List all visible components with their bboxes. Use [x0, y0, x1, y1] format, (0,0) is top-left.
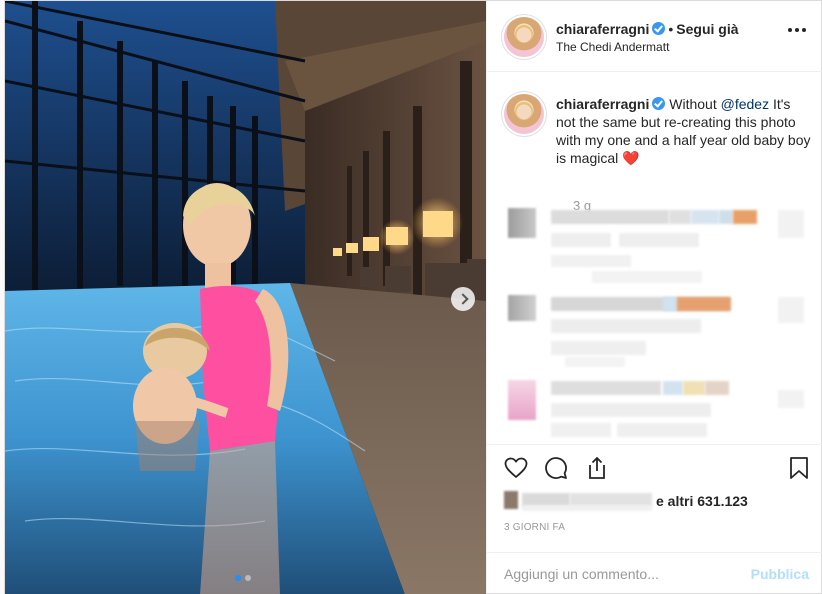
bookmark-icon[interactable]	[789, 456, 809, 483]
redacted-comment-text	[592, 271, 702, 283]
redacted-comment-text	[691, 210, 719, 224]
comment-avatar[interactable]	[508, 208, 536, 238]
redacted-comment-text	[778, 390, 804, 408]
add-comment-bar: Pubblica	[487, 552, 822, 594]
redacted-comment-text	[719, 210, 733, 224]
redacted-comment-text	[677, 297, 731, 311]
next-arrow-icon[interactable]	[451, 287, 475, 311]
comment-avatar[interactable]	[508, 295, 536, 321]
caption-mention-link[interactable]: @fedez	[721, 96, 769, 112]
author-avatar[interactable]	[504, 17, 544, 57]
liker-avatar[interactable]	[504, 491, 518, 509]
redacted-comment-text	[683, 381, 705, 395]
heart-emoji: ❤️	[622, 150, 640, 166]
redacted-comment-text	[705, 381, 729, 395]
redacted-comment-text	[551, 381, 661, 395]
redacted-comment-text	[663, 297, 677, 311]
redacted-comment-text	[619, 233, 699, 247]
carousel-dot-active	[235, 575, 241, 581]
header-separator: •	[668, 21, 674, 37]
comment-avatar[interactable]	[508, 380, 536, 420]
post-location[interactable]: The Chedi Andermatt	[556, 40, 669, 54]
author-line: chiaraferragni • Segui già	[556, 21, 739, 37]
redacted-comment-text	[669, 210, 691, 224]
heart-icon[interactable]	[504, 456, 528, 483]
redacted-comment-text	[778, 297, 804, 323]
caption-avatar[interactable]	[504, 94, 544, 134]
publish-button[interactable]: Pubblica	[751, 566, 809, 582]
redacted-comment-text	[663, 381, 683, 395]
redacted-comment-text	[733, 210, 757, 224]
share-icon[interactable]	[585, 455, 609, 484]
author-username[interactable]: chiaraferragni	[556, 21, 649, 37]
verified-icon	[652, 22, 666, 35]
follow-status-button[interactable]: Segui già	[676, 21, 738, 37]
redacted-liker-name	[522, 505, 652, 511]
redacted-comment-text	[551, 403, 711, 417]
post-container: chiaraferragni • Segui già The Chedi Ander…	[4, 0, 822, 594]
post-date[interactable]: 3 GIORNI FA	[504, 522, 565, 533]
verified-icon	[652, 97, 666, 110]
redacted-comment-text	[617, 423, 707, 437]
caption-text: chiaraferragni Without @fedez It's not t…	[556, 95, 811, 167]
caption-part-1: Without	[669, 96, 721, 112]
redacted-comment-text	[551, 341, 646, 355]
comment-icon[interactable]	[544, 456, 568, 483]
carousel-indicator	[235, 575, 251, 581]
more-options-icon[interactable]	[788, 28, 806, 32]
redacted-comment-text	[551, 255, 631, 267]
likes-count[interactable]: e altri 631.123	[656, 493, 748, 509]
post-header: chiaraferragni • Segui già The Chedi Ander…	[487, 1, 822, 72]
redacted-comment-text	[551, 297, 669, 311]
pool-scene-image	[5, 1, 486, 594]
redacted-comment-text	[551, 233, 611, 247]
redacted-comment-text	[778, 210, 804, 238]
caption-username[interactable]: chiaraferragni	[556, 96, 649, 112]
comments-section[interactable]: chiaraferragni Without @fedez It's not t…	[487, 73, 822, 443]
post-side-panel: chiaraferragni • Segui già The Chedi Ander…	[486, 1, 822, 593]
redacted-comment-text	[551, 210, 669, 224]
redacted-comment-text	[565, 357, 625, 367]
post-photo[interactable]	[5, 1, 486, 594]
redacted-comment-text	[551, 319, 701, 333]
redacted-comment-text	[551, 423, 611, 437]
comment-input[interactable]	[504, 563, 744, 585]
carousel-dot	[245, 575, 251, 581]
